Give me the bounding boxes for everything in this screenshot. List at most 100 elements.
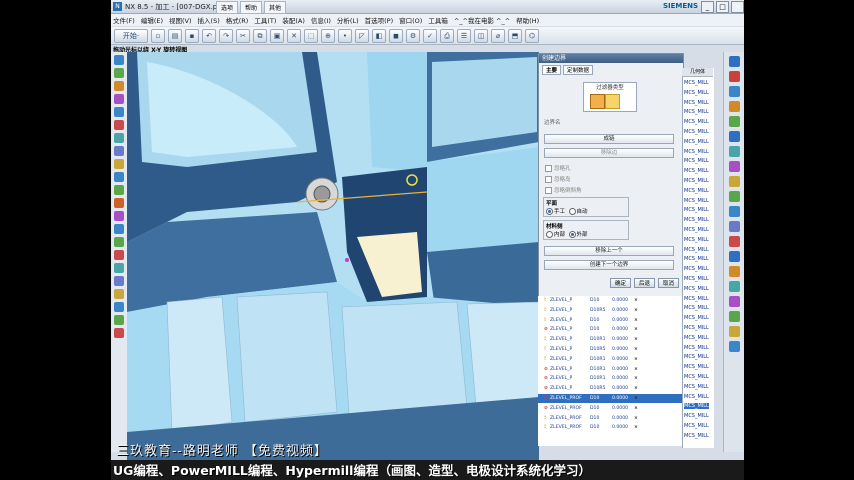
cut-regions-icon[interactable] <box>729 236 740 247</box>
snap-icon[interactable]: ⊕ <box>321 28 335 43</box>
hd3d-icon[interactable] <box>114 237 124 247</box>
geometry-cell[interactable]: MCS_MILL <box>684 325 709 331</box>
back-button[interactable]: 后退 <box>633 278 655 288</box>
operation-nav-icon[interactable] <box>114 120 124 130</box>
method-view-icon[interactable]: ⌬ <box>525 28 539 43</box>
title-tab[interactable]: 其他 <box>264 1 287 14</box>
create-geometry-icon[interactable] <box>729 86 740 97</box>
open-icon[interactable]: ▤ <box>168 28 182 43</box>
menu-help[interactable]: 帮助(H) <box>516 15 539 25</box>
geometry-cell[interactable]: MCS_MILL <box>684 168 709 174</box>
geometry-cell[interactable]: MCS_MILL <box>684 335 709 341</box>
new-icon[interactable]: ▫ <box>151 28 165 43</box>
geometry-cell[interactable]: MCS_MILL <box>684 100 709 106</box>
geometry-cell[interactable]: MCS_MILL <box>684 139 709 145</box>
geometry-cell[interactable]: MCS_MILL <box>684 276 709 282</box>
menu-toolbox[interactable]: 工具箱 <box>428 15 448 25</box>
create-next-boundary-button[interactable]: 创建下一个边界 <box>544 260 674 270</box>
geometry-cell[interactable]: MCS_MILL <box>684 198 709 204</box>
menu-insert[interactable]: 插入(S) <box>198 15 220 25</box>
menu-analysis[interactable]: 分析(L) <box>337 15 359 25</box>
redo-icon[interactable]: ↷ <box>219 28 233 43</box>
navigator-icon[interactable] <box>114 55 124 65</box>
graphics-viewport[interactable] <box>127 52 539 460</box>
point-icon[interactable]: • <box>338 28 352 43</box>
geometry-cell[interactable]: MCS_MILL <box>684 217 709 223</box>
tool-view-icon[interactable]: ⌀ <box>491 28 505 43</box>
tab-main[interactable]: 主要 <box>542 65 562 75</box>
geometry-cell[interactable]: MCS_MILL <box>684 433 709 439</box>
operation-row[interactable]: ! ZLEVEL_P D10 0.0000 × <box>538 296 682 305</box>
operation-row[interactable]: ! ZLEVEL_P D10R1 0.0000 × <box>538 355 682 364</box>
menu-file[interactable]: 文件(F) <box>113 15 135 25</box>
simulate-icon[interactable] <box>729 191 740 202</box>
title-tab[interactable]: 选项 <box>216 1 239 14</box>
menu-view[interactable]: 视图(V) <box>169 15 192 25</box>
feature-icon[interactable] <box>114 211 124 221</box>
geometry-view-icon[interactable]: ⬒ <box>508 28 522 43</box>
operation-row[interactable]: ⊘ ZLEVEL_P D10 0.0000 × <box>538 325 682 334</box>
create-program-icon[interactable] <box>729 56 740 67</box>
misc-icon[interactable] <box>114 328 124 338</box>
post-icon[interactable] <box>729 206 740 217</box>
verify-path-icon[interactable] <box>729 176 740 187</box>
layer-icon[interactable] <box>114 276 124 286</box>
save-icon[interactable]: ▪ <box>185 28 199 43</box>
menu-window[interactable]: 窗口(O) <box>399 15 422 25</box>
geometry-cell[interactable]: MCS_MILL <box>684 237 709 243</box>
geometry-cell[interactable]: MCS_MILL <box>684 90 709 96</box>
ignore-islands-checkbox[interactable]: 忽略岛 <box>545 175 571 183</box>
menu-preferences[interactable]: 首选项(P) <box>365 15 394 25</box>
geometry-cell[interactable]: MCS_MILL <box>684 403 709 410</box>
library-icon[interactable] <box>114 107 124 117</box>
body-icon[interactable]: ◼ <box>389 28 403 43</box>
verify-icon[interactable]: ✓ <box>423 28 437 43</box>
geometry-cell[interactable]: MCS_MILL <box>684 188 709 194</box>
part-nav-icon[interactable] <box>114 81 124 91</box>
cut-icon[interactable]: ✂ <box>236 28 250 43</box>
help-icon[interactable] <box>114 263 124 273</box>
plane-manual-radio[interactable] <box>546 208 553 215</box>
create-tool-icon[interactable] <box>729 71 740 82</box>
geometry-cell[interactable]: MCS_MILL <box>684 266 709 272</box>
geometry-cell[interactable]: MCS_MILL <box>684 129 709 135</box>
generate-path-icon[interactable] <box>729 131 740 142</box>
geometry-cell[interactable]: MCS_MILL <box>684 109 709 115</box>
palette-icon[interactable] <box>114 146 124 156</box>
ignore-chamfers-checkbox[interactable]: 忽略倒斜角 <box>545 186 582 194</box>
process-icon[interactable] <box>114 185 124 195</box>
operation-row[interactable]: ⊘ ZLEVEL_PROF D10 0.0000 × <box>538 404 682 413</box>
menu-format[interactable]: 格式(R) <box>226 15 249 25</box>
menu-info[interactable]: 信息(I) <box>311 15 331 25</box>
face-icon[interactable]: ◧ <box>372 28 386 43</box>
select-icon[interactable]: ⬚ <box>304 28 318 43</box>
program-view-icon[interactable]: ◫ <box>474 28 488 43</box>
menu-assembly[interactable]: 装配(A) <box>282 15 305 25</box>
plane-auto-radio[interactable] <box>568 208 576 215</box>
operation-row[interactable]: ⊘ ZLEVEL_PROF D10 0.0000 × <box>538 394 682 403</box>
machine-tool-icon[interactable] <box>729 311 740 322</box>
geometry-cell[interactable]: MCS_MILL <box>684 394 709 400</box>
assembly-nav-icon[interactable] <box>114 68 124 78</box>
chain-button[interactable]: 成链 <box>544 134 674 144</box>
postprocess-icon[interactable]: ⎙ <box>440 28 454 43</box>
geometry-cell[interactable]: MCS_MILL <box>684 345 709 351</box>
operation-row[interactable]: ! ZLEVEL_PROF D10 0.0000 × <box>538 414 682 423</box>
display-icon[interactable] <box>729 281 740 292</box>
operation-row[interactable]: ⊘ ZLEVEL_P D10R1 0.0000 × <box>538 365 682 374</box>
paste-icon[interactable]: ▣ <box>270 28 284 43</box>
replay-icon[interactable] <box>729 146 740 157</box>
ipw-icon[interactable] <box>729 326 740 337</box>
operation-row[interactable]: ⊘ ZLEVEL_P D10R1 0.0000 × <box>538 374 682 383</box>
title-tab[interactable]: 帮助 <box>240 1 263 14</box>
teamcenter-icon[interactable] <box>114 250 124 260</box>
geometry-cell[interactable]: MCS_MILL <box>684 315 709 321</box>
shop-docs-icon[interactable] <box>729 221 740 232</box>
web-browser-icon[interactable] <box>114 133 124 143</box>
tool-path-icon[interactable] <box>729 296 740 307</box>
menu-edit[interactable]: 编辑(E) <box>141 15 163 25</box>
orient-icon[interactable] <box>114 315 124 325</box>
geometry-cell[interactable]: MCS_MILL <box>684 374 709 380</box>
filter-edge-icon[interactable] <box>590 94 605 109</box>
maximize-button[interactable]: □ <box>716 1 729 13</box>
